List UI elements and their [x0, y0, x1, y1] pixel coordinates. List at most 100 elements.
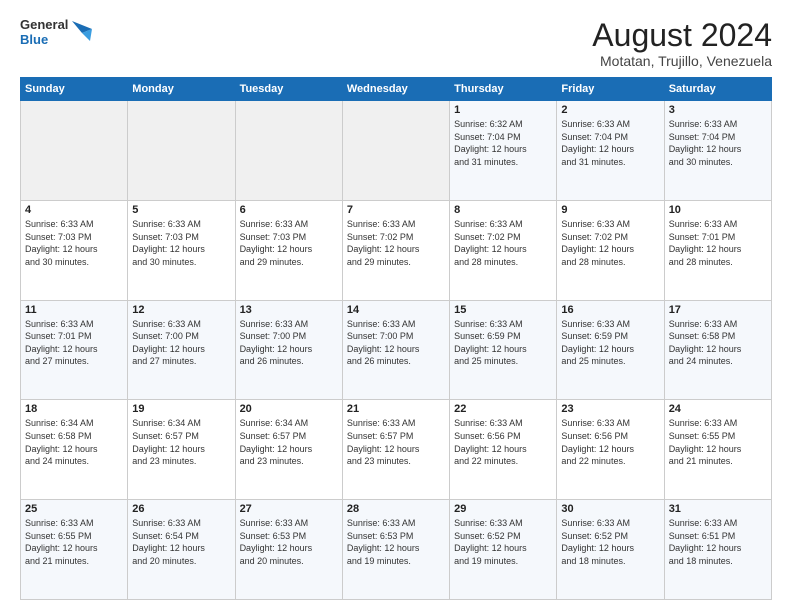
day-info: Sunrise: 6:33 AM Sunset: 6:59 PM Dayligh… — [561, 318, 659, 368]
calendar-cell: 27Sunrise: 6:33 AM Sunset: 6:53 PM Dayli… — [235, 500, 342, 600]
day-number: 14 — [347, 304, 445, 316]
logo-general: General — [20, 18, 68, 33]
calendar-cell: 28Sunrise: 6:33 AM Sunset: 6:53 PM Dayli… — [342, 500, 449, 600]
day-info: Sunrise: 6:33 AM Sunset: 6:55 PM Dayligh… — [25, 517, 123, 567]
calendar-cell: 1 Sunrise: 6:32 AM Sunset: 7:04 PM Daylig… — [450, 101, 557, 201]
day-number: 6 — [240, 204, 338, 216]
day-number: 23 — [561, 403, 659, 415]
day-info: Sunrise: 6:33 AM Sunset: 7:00 PM Dayligh… — [347, 318, 445, 368]
calendar-cell: 11 Sunrise: 6:33 AM Sunset: 7:01 PM Dayli… — [21, 300, 128, 400]
day-number: 12 — [132, 304, 230, 316]
calendar-week-1: 1 Sunrise: 6:32 AM Sunset: 7:04 PM Daylig… — [21, 101, 772, 201]
calendar-cell: 19Sunrise: 6:34 AM Sunset: 6:57 PM Dayli… — [128, 400, 235, 500]
day-info: Sunrise: 6:34 AM Sunset: 6:57 PM Dayligh… — [132, 417, 230, 467]
day-info: Sunrise: 6:33 AM Sunset: 7:02 PM Dayligh… — [454, 218, 552, 268]
calendar-cell: 30 Sunrise: 6:33 AM Sunset: 6:52 PM Dayli… — [557, 500, 664, 600]
day-info: Sunrise: 6:33 AM Sunset: 7:00 PM Dayligh… — [132, 318, 230, 368]
day-number: 22 — [454, 403, 552, 415]
calendar-cell: 3 Sunrise: 6:33 AM Sunset: 7:04 PM Daylig… — [664, 101, 771, 201]
calendar-header-monday: Monday — [128, 78, 235, 101]
day-number: 24 — [669, 403, 767, 415]
day-info: Sunrise: 6:33 AM Sunset: 7:04 PM Dayligh… — [561, 118, 659, 168]
calendar-cell — [128, 101, 235, 201]
calendar-cell — [21, 101, 128, 201]
day-info: Sunrise: 6:33 AM Sunset: 7:01 PM Dayligh… — [669, 218, 767, 268]
calendar-cell: 13 Sunrise: 6:33 AM Sunset: 7:00 PM Dayli… — [235, 300, 342, 400]
day-info: Sunrise: 6:33 AM Sunset: 6:53 PM Dayligh… — [240, 517, 338, 567]
day-number: 30 — [561, 503, 659, 515]
logo-bird-icon — [72, 21, 92, 45]
day-number: 25 — [25, 503, 123, 515]
day-info: Sunrise: 6:33 AM Sunset: 7:04 PM Dayligh… — [669, 118, 767, 168]
day-info: Sunrise: 6:33 AM Sunset: 6:52 PM Dayligh… — [561, 517, 659, 567]
calendar-week-5: 25 Sunrise: 6:33 AM Sunset: 6:55 PM Dayli… — [21, 500, 772, 600]
calendar-week-4: 18Sunrise: 6:34 AM Sunset: 6:58 PM Dayli… — [21, 400, 772, 500]
calendar-cell: 29 Sunrise: 6:33 AM Sunset: 6:52 PM Dayli… — [450, 500, 557, 600]
logo: General Blue — [20, 18, 92, 48]
calendar-header-wednesday: Wednesday — [342, 78, 449, 101]
day-number: 3 — [669, 104, 767, 116]
calendar-cell — [235, 101, 342, 201]
calendar-cell: 24 Sunrise: 6:33 AM Sunset: 6:55 PM Dayli… — [664, 400, 771, 500]
day-info: Sunrise: 6:33 AM Sunset: 7:03 PM Dayligh… — [132, 218, 230, 268]
calendar-header-tuesday: Tuesday — [235, 78, 342, 101]
calendar-cell: 6Sunrise: 6:33 AM Sunset: 7:03 PM Daylig… — [235, 200, 342, 300]
calendar-header-row: SundayMondayTuesdayWednesdayThursdayFrid… — [21, 78, 772, 101]
day-number: 20 — [240, 403, 338, 415]
day-info: Sunrise: 6:33 AM Sunset: 7:00 PM Dayligh… — [240, 318, 338, 368]
calendar-cell: 10 Sunrise: 6:33 AM Sunset: 7:01 PM Dayli… — [664, 200, 771, 300]
page: General Blue August 2024 Motatan, Trujil… — [0, 0, 792, 612]
day-number: 1 — [454, 104, 552, 116]
day-info: Sunrise: 6:33 AM Sunset: 6:58 PM Dayligh… — [669, 318, 767, 368]
calendar-cell: 25 Sunrise: 6:33 AM Sunset: 6:55 PM Dayli… — [21, 500, 128, 600]
day-number: 15 — [454, 304, 552, 316]
day-number: 2 — [561, 104, 659, 116]
main-title: August 2024 — [592, 18, 772, 53]
day-info: Sunrise: 6:33 AM Sunset: 6:51 PM Dayligh… — [669, 517, 767, 567]
day-number: 5 — [132, 204, 230, 216]
day-number: 29 — [454, 503, 552, 515]
day-info: Sunrise: 6:33 AM Sunset: 7:02 PM Dayligh… — [347, 218, 445, 268]
calendar-header-saturday: Saturday — [664, 78, 771, 101]
day-number: 10 — [669, 204, 767, 216]
calendar-cell: 16 Sunrise: 6:33 AM Sunset: 6:59 PM Dayli… — [557, 300, 664, 400]
day-info: Sunrise: 6:33 AM Sunset: 7:02 PM Dayligh… — [561, 218, 659, 268]
day-number: 13 — [240, 304, 338, 316]
calendar-cell: 31 Sunrise: 6:33 AM Sunset: 6:51 PM Dayli… — [664, 500, 771, 600]
calendar-cell: 15 Sunrise: 6:33 AM Sunset: 6:59 PM Dayli… — [450, 300, 557, 400]
calendar-week-3: 11 Sunrise: 6:33 AM Sunset: 7:01 PM Dayli… — [21, 300, 772, 400]
calendar-header-sunday: Sunday — [21, 78, 128, 101]
day-info: Sunrise: 6:34 AM Sunset: 6:57 PM Dayligh… — [240, 417, 338, 467]
day-info: Sunrise: 6:32 AM Sunset: 7:04 PM Dayligh… — [454, 118, 552, 168]
day-info: Sunrise: 6:33 AM Sunset: 6:55 PM Dayligh… — [669, 417, 767, 467]
calendar-cell: 20 Sunrise: 6:34 AM Sunset: 6:57 PM Dayli… — [235, 400, 342, 500]
calendar-cell: 2 Sunrise: 6:33 AM Sunset: 7:04 PM Daylig… — [557, 101, 664, 201]
calendar-week-2: 4 Sunrise: 6:33 AM Sunset: 7:03 PM Daylig… — [21, 200, 772, 300]
calendar-cell: 5 Sunrise: 6:33 AM Sunset: 7:03 PM Daylig… — [128, 200, 235, 300]
calendar-cell: 9 Sunrise: 6:33 AM Sunset: 7:02 PM Daylig… — [557, 200, 664, 300]
calendar-cell: 7Sunrise: 6:33 AM Sunset: 7:02 PM Daylig… — [342, 200, 449, 300]
calendar-header-thursday: Thursday — [450, 78, 557, 101]
day-info: Sunrise: 6:33 AM Sunset: 6:52 PM Dayligh… — [454, 517, 552, 567]
calendar-cell: 23 Sunrise: 6:33 AM Sunset: 6:56 PM Dayli… — [557, 400, 664, 500]
day-info: Sunrise: 6:33 AM Sunset: 7:01 PM Dayligh… — [25, 318, 123, 368]
day-number: 21 — [347, 403, 445, 415]
day-number: 28 — [347, 503, 445, 515]
calendar-cell: 4Sunrise: 6:33 AM Sunset: 7:03 PM Daylig… — [21, 200, 128, 300]
calendar-cell: 18Sunrise: 6:34 AM Sunset: 6:58 PM Dayli… — [21, 400, 128, 500]
day-number: 9 — [561, 204, 659, 216]
day-number: 16 — [561, 304, 659, 316]
day-info: Sunrise: 6:34 AM Sunset: 6:58 PM Dayligh… — [25, 417, 123, 467]
day-info: Sunrise: 6:33 AM Sunset: 6:56 PM Dayligh… — [561, 417, 659, 467]
day-number: 31 — [669, 503, 767, 515]
calendar-header-friday: Friday — [557, 78, 664, 101]
day-info: Sunrise: 6:33 AM Sunset: 6:56 PM Dayligh… — [454, 417, 552, 467]
calendar-cell: 26Sunrise: 6:33 AM Sunset: 6:54 PM Dayli… — [128, 500, 235, 600]
day-number: 4 — [25, 204, 123, 216]
title-block: August 2024 Motatan, Trujillo, Venezuela — [592, 18, 772, 69]
day-info: Sunrise: 6:33 AM Sunset: 6:59 PM Dayligh… — [454, 318, 552, 368]
calendar-cell: 12 Sunrise: 6:33 AM Sunset: 7:00 PM Dayli… — [128, 300, 235, 400]
day-number: 11 — [25, 304, 123, 316]
day-number: 8 — [454, 204, 552, 216]
calendar-cell: 8 Sunrise: 6:33 AM Sunset: 7:02 PM Daylig… — [450, 200, 557, 300]
